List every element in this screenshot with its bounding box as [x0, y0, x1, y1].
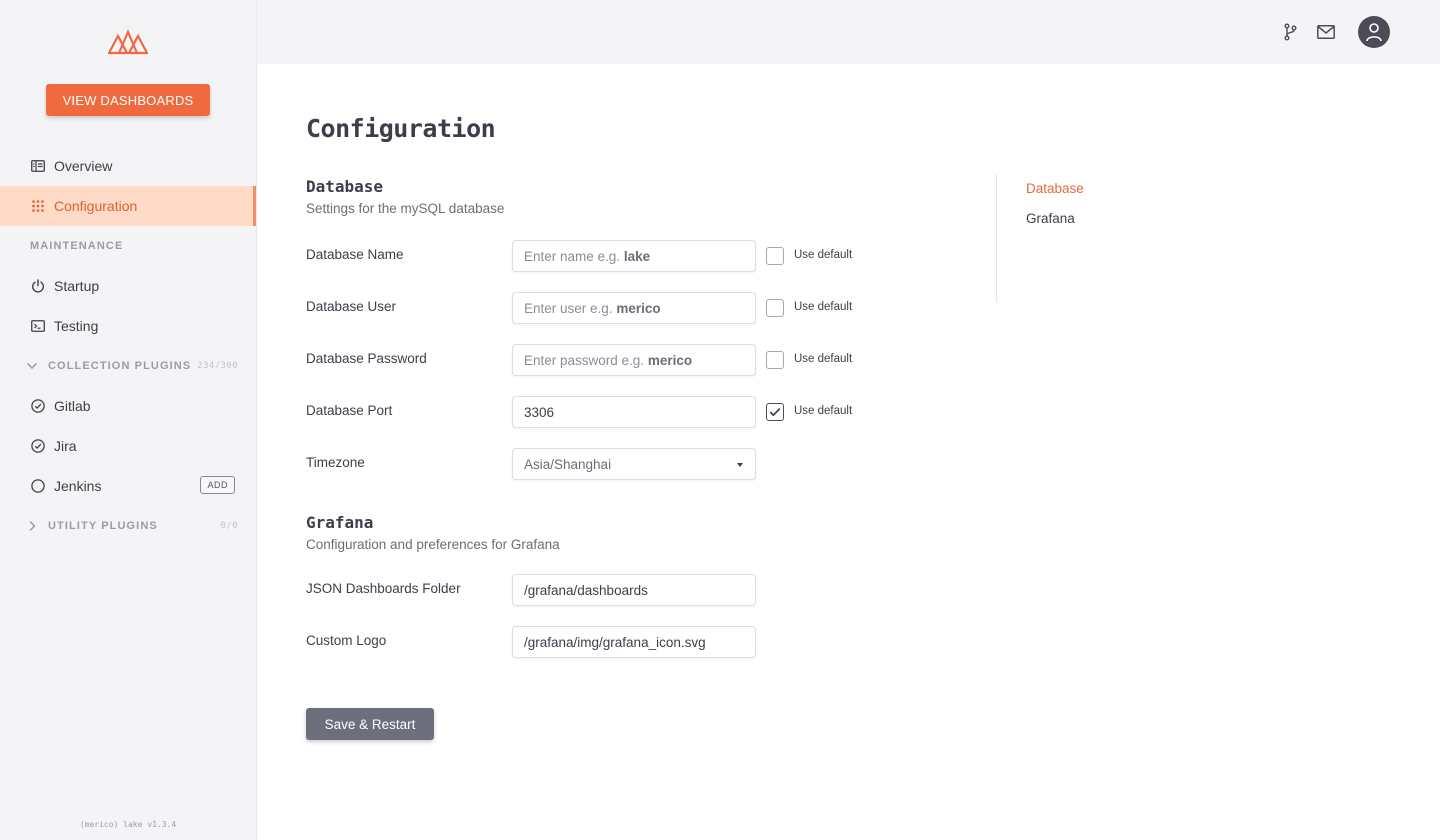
top-bar	[257, 0, 1440, 64]
sidebar-item-label: Gitlab	[54, 398, 91, 414]
database-port-use-default-checkbox[interactable]	[766, 403, 784, 421]
sidebar-item-label: Testing	[54, 318, 99, 334]
use-default-label: Use default	[794, 353, 853, 365]
sidebar-item-label: Jenkins	[54, 478, 102, 494]
add-plugin-badge[interactable]: ADD	[200, 476, 235, 494]
utility-plugins-count: 0/0	[220, 521, 238, 531]
empty-circle-icon	[30, 478, 46, 494]
sidebar-item-label: Startup	[54, 278, 100, 294]
chevron-down-icon	[26, 362, 40, 370]
sidebar-item-label: Overview	[54, 158, 113, 174]
toc-link-database[interactable]: Database	[1026, 181, 1084, 196]
utility-plugins-label: UTILITY PLUGINS	[48, 520, 158, 532]
page-title: Configuration	[306, 114, 496, 143]
sidebar-item-configuration[interactable]: Configuration	[0, 186, 256, 226]
save-restart-button[interactable]: Save & Restart	[306, 708, 434, 740]
sidebar-item-jira[interactable]: Jira	[0, 426, 256, 466]
user-avatar[interactable]	[1358, 16, 1390, 48]
database-section-title: Database	[306, 177, 384, 196]
sidebar-item-jenkins[interactable]: Jenkins ADD	[0, 466, 256, 506]
database-name-placeholder: Enter name e.g. lake	[524, 248, 651, 264]
checkmark-icon	[769, 407, 781, 417]
sidebar-item-startup[interactable]: Startup	[0, 266, 256, 306]
database-user-placeholder: Enter user e.g. merico	[524, 300, 661, 316]
sidebar-item-label: Configuration	[54, 198, 138, 214]
check-circle-icon	[30, 438, 46, 454]
database-password-label: Database Password	[306, 351, 427, 366]
user-avatar-icon	[1365, 22, 1383, 42]
grid-dots-icon	[30, 198, 46, 214]
mail-icon[interactable]	[1314, 20, 1338, 44]
dashboards-folder-label: JSON Dashboards Folder	[306, 581, 461, 596]
toc-divider	[996, 174, 997, 302]
console-icon	[30, 318, 46, 334]
collection-plugins-count: 234/300	[197, 361, 238, 371]
grafana-section-description: Configuration and preferences for Grafan…	[306, 537, 560, 552]
database-password-placeholder: Enter password e.g. merico	[524, 352, 693, 368]
merico-logo[interactable]	[107, 28, 149, 56]
app-version: (merico) lake v1.3.4	[79, 820, 177, 829]
database-port-label: Database Port	[306, 403, 393, 418]
dashboards-folder-value: /grafana/dashboards	[524, 582, 648, 598]
sidebar-item-label: Jira	[54, 438, 77, 454]
git-branch-icon[interactable]	[1278, 20, 1302, 44]
use-default-label: Use default	[794, 301, 853, 313]
custom-logo-input[interactable]: /grafana/img/grafana_icon.svg	[512, 626, 756, 658]
custom-logo-value: /grafana/img/grafana_icon.svg	[524, 634, 706, 650]
sidebar-item-gitlab[interactable]: Gitlab	[0, 386, 256, 426]
view-dashboards-button[interactable]: VIEW DASHBOARDS	[46, 84, 210, 116]
database-port-value: 3306	[524, 404, 555, 420]
timezone-select[interactable]: Asia/Shanghai	[512, 448, 756, 480]
check-circle-icon	[30, 398, 46, 414]
custom-logo-label: Custom Logo	[306, 633, 387, 648]
database-name-input[interactable]: Enter name e.g. lake	[512, 240, 756, 272]
sidebar-item-testing[interactable]: Testing	[0, 306, 256, 346]
database-section-description: Settings for the mySQL database	[306, 201, 505, 216]
database-password-use-default-checkbox[interactable]	[766, 351, 784, 369]
timezone-label: Timezone	[306, 455, 365, 470]
dashboard-icon	[30, 158, 46, 174]
database-port-input[interactable]: 3306	[512, 396, 756, 428]
collection-plugins-label: COLLECTION PLUGINS	[48, 360, 192, 372]
sidebar-item-overview[interactable]: Overview	[0, 146, 256, 186]
database-user-use-default-checkbox[interactable]	[766, 299, 784, 317]
database-user-label: Database User	[306, 299, 397, 314]
sidebar: VIEW DASHBOARDS Overview Configuration M…	[0, 0, 257, 840]
caret-down-icon	[737, 463, 743, 467]
database-user-input[interactable]: Enter user e.g. merico	[512, 292, 756, 324]
grafana-section-title: Grafana	[306, 513, 374, 532]
database-name-label: Database Name	[306, 247, 404, 262]
database-name-use-default-checkbox[interactable]	[766, 247, 784, 265]
chevron-right-icon	[26, 520, 40, 532]
power-icon	[30, 278, 46, 294]
collection-plugins-toggle[interactable]: COLLECTION PLUGINS 234/300	[26, 356, 238, 376]
dashboards-folder-input[interactable]: /grafana/dashboards	[512, 574, 756, 606]
use-default-label: Use default	[794, 405, 853, 417]
timezone-value: Asia/Shanghai	[524, 456, 612, 472]
maintenance-section-label: MAINTENANCE	[30, 240, 124, 252]
utility-plugins-toggle[interactable]: UTILITY PLUGINS 0/0	[26, 516, 238, 536]
database-password-input[interactable]: Enter password e.g. merico	[512, 344, 756, 376]
use-default-label: Use default	[794, 249, 853, 261]
toc-link-grafana[interactable]: Grafana	[1026, 211, 1075, 226]
